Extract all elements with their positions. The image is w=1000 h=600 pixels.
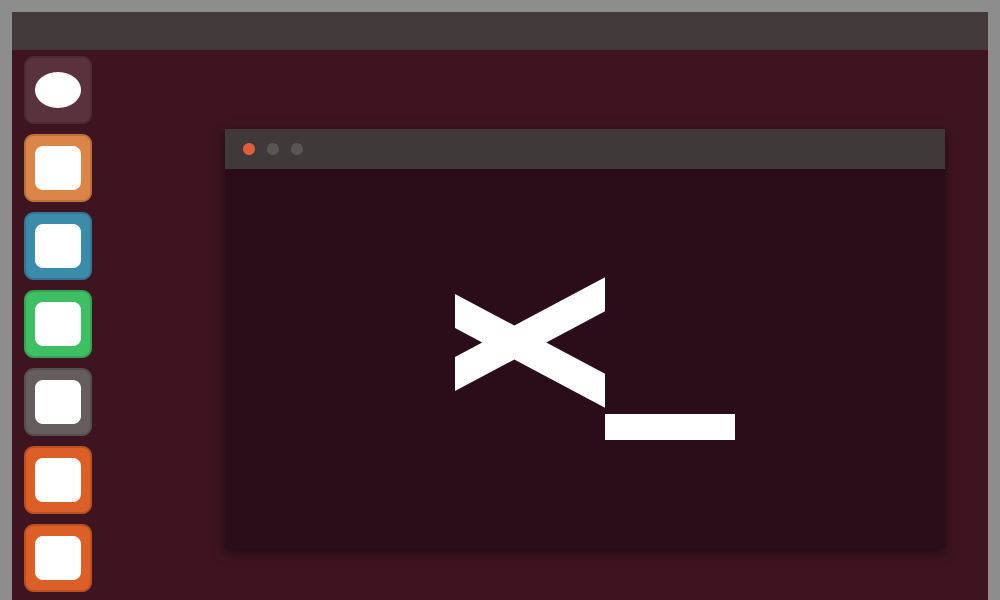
app-tile-1[interactable] — [24, 134, 92, 202]
screen-bezel — [0, 0, 1000, 600]
terminal-prompt-icon — [435, 249, 735, 469]
app-icon — [35, 536, 81, 580]
app-tile-3[interactable] — [24, 290, 92, 358]
cursor-underscore-icon — [605, 414, 735, 440]
app-icon — [35, 146, 81, 190]
window-maximize-button[interactable] — [291, 143, 303, 155]
terminal-body[interactable] — [225, 169, 945, 549]
app-tile-6[interactable] — [24, 524, 92, 592]
dash-home-icon — [35, 72, 81, 108]
app-icon — [35, 302, 81, 346]
app-icon — [35, 458, 81, 502]
terminal-window[interactable] — [225, 129, 945, 549]
top-menu-bar[interactable] — [12, 12, 988, 50]
launcher-dock — [12, 50, 104, 600]
app-icon — [35, 224, 81, 268]
app-tile-2[interactable] — [24, 212, 92, 280]
dash-home[interactable] — [24, 56, 92, 124]
app-tile-4[interactable] — [24, 368, 92, 436]
app-tile-5[interactable] — [24, 446, 92, 514]
window-minimize-button[interactable] — [267, 143, 279, 155]
app-icon — [35, 380, 81, 424]
desktop — [12, 12, 988, 600]
terminal-titlebar[interactable] — [225, 129, 945, 169]
window-close-button[interactable] — [243, 143, 255, 155]
